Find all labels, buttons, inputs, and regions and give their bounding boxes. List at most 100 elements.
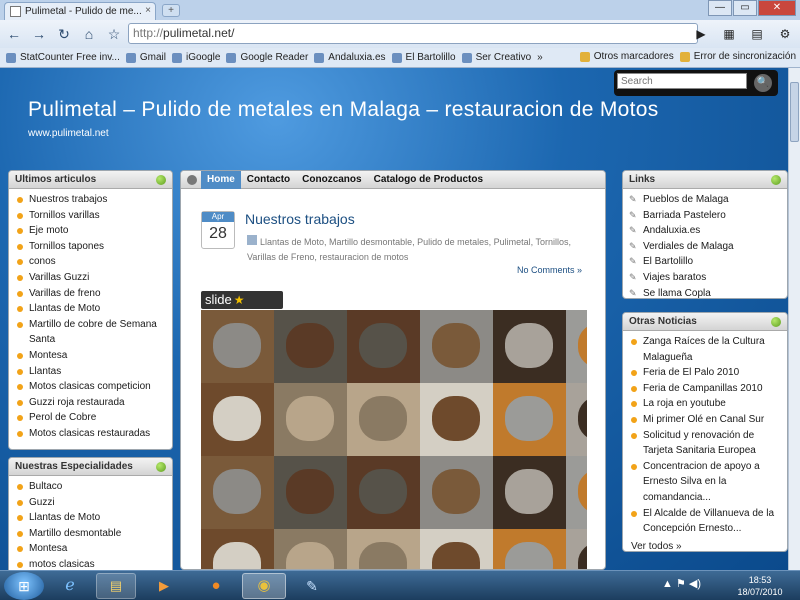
page-menu-icon[interactable]: ▤ <box>746 23 768 45</box>
photo-thumbnail[interactable] <box>201 383 274 456</box>
minimize-button[interactable]: — <box>708 0 732 16</box>
bookmark-item[interactable]: El Bartolillo <box>391 52 456 63</box>
list-item[interactable]: Verdiales de Malaga <box>629 239 781 255</box>
photo-thumbnail[interactable] <box>566 383 587 456</box>
photo-thumbnail[interactable] <box>420 456 493 529</box>
start-button[interactable]: ⊞ <box>4 572 44 600</box>
comments-link[interactable]: No Comments » <box>517 265 582 275</box>
menu-home[interactable]: Home <box>201 171 241 189</box>
list-item[interactable]: Llantas de Moto <box>15 301 166 317</box>
bookmark-item[interactable]: StatCounter Free inv... <box>6 52 120 63</box>
collapse-icon[interactable] <box>156 175 166 185</box>
list-item[interactable]: Mi primer Olé en Canal Sur <box>629 412 781 428</box>
list-item[interactable]: El Alcalde de Villanueva de la Concepció… <box>629 506 781 537</box>
reload-icon[interactable]: ↻ <box>53 23 75 45</box>
photo-thumbnail[interactable] <box>347 529 420 569</box>
home-icon[interactable]: ⌂ <box>78 23 100 45</box>
list-item[interactable]: Concentracion de apoyo a Ernesto Silva e… <box>629 459 781 506</box>
photo-thumbnail[interactable] <box>274 310 347 383</box>
paint-icon[interactable]: ✎ <box>292 573 332 599</box>
bookmark-item[interactable]: iGoogle <box>171 52 220 63</box>
slide-logo[interactable]: slide ★ <box>201 291 283 309</box>
list-item[interactable]: Zanga Raíces de la Cultura Malagueña <box>629 334 781 365</box>
go-icon[interactable]: ▶ <box>690 23 712 45</box>
list-item[interactable]: El Bartolillo <box>629 254 781 270</box>
photo-thumbnail[interactable] <box>566 310 587 383</box>
list-item[interactable]: Martillo desmontable <box>15 526 166 542</box>
list-item[interactable]: Varillas de freno <box>15 286 166 302</box>
vertical-scrollbar[interactable] <box>788 68 800 570</box>
collapse-icon[interactable] <box>771 175 781 185</box>
list-item[interactable]: Montesa <box>15 348 166 364</box>
photo-thumbnail[interactable] <box>493 383 566 456</box>
scrollbar-thumb[interactable] <box>790 82 799 142</box>
list-item[interactable]: Tornillos tapones <box>15 239 166 255</box>
list-item[interactable]: La roja en youtube <box>629 396 781 412</box>
photo-thumbnail[interactable] <box>274 456 347 529</box>
wrench-icon[interactable]: ⚙ <box>774 23 796 45</box>
list-item[interactable]: Varillas Guzzi <box>15 270 166 286</box>
other-bookmarks-folder[interactable]: Otros marcadores <box>579 51 674 62</box>
collapse-icon[interactable] <box>156 462 166 472</box>
list-item[interactable]: motos clasicas <box>15 557 166 570</box>
bookmark-item[interactable]: Google Reader <box>226 52 308 63</box>
maximize-button[interactable]: ▭ <box>733 0 757 16</box>
list-item[interactable]: Solicitud y renovación de Tarjeta Sanita… <box>629 428 781 459</box>
clock[interactable]: 18:53 18/07/2010 <box>732 574 788 598</box>
list-item[interactable]: Bultaco <box>15 479 166 495</box>
post-title[interactable]: Nuestros trabajos <box>245 211 355 227</box>
sync-error-item[interactable]: Error de sincronización <box>679 51 796 62</box>
chrome-icon[interactable]: ◉ <box>242 573 286 599</box>
photo-thumbnail[interactable] <box>274 383 347 456</box>
list-item[interactable]: Montesa <box>15 541 166 557</box>
list-item[interactable]: Barriada Pastelero <box>629 208 781 224</box>
photo-thumbnail[interactable] <box>347 456 420 529</box>
photo-thumbnail[interactable] <box>493 529 566 569</box>
list-item[interactable]: Guzzi roja restaurada <box>15 395 166 411</box>
list-item[interactable]: Motos clasicas competicion <box>15 379 166 395</box>
list-item[interactable]: Perol de Cobre <box>15 410 166 426</box>
ie-icon[interactable]: ℯ <box>52 573 88 599</box>
site-title[interactable]: Pulimetal – Pulido de metales en Malaga … <box>28 98 659 122</box>
bookmark-item[interactable]: Andaluxia.es <box>314 52 386 63</box>
photo-thumbnail[interactable] <box>420 310 493 383</box>
browser-tab[interactable]: Pulimetal - Pulido de me... × <box>4 2 156 20</box>
close-window-button[interactable]: ✕ <box>758 0 796 16</box>
list-item[interactable]: Feria de El Palo 2010 <box>629 365 781 381</box>
tab-close-icon[interactable]: × <box>145 5 151 16</box>
list-item[interactable]: Pueblos de Malaga <box>629 192 781 208</box>
address-bar[interactable]: http://pulimetal.net/ <box>128 23 698 44</box>
collapse-icon[interactable] <box>771 317 781 327</box>
ver-todos-link[interactable]: Ver todos » <box>623 540 787 551</box>
photo-thumbnail[interactable] <box>274 529 347 569</box>
photo-thumbnail[interactable] <box>347 310 420 383</box>
photo-thumbnail[interactable] <box>566 456 587 529</box>
list-item[interactable]: conos <box>15 254 166 270</box>
new-tab-button[interactable]: + <box>162 4 180 17</box>
menu-contacto[interactable]: Contacto <box>241 171 296 189</box>
explorer-icon[interactable]: ▤ <box>96 573 136 599</box>
list-item[interactable]: Feria de Campanillas 2010 <box>629 381 781 397</box>
list-item[interactable]: Se llama Copla <box>629 286 781 298</box>
list-item[interactable]: Llantas <box>15 364 166 380</box>
list-item[interactable]: Llantas de Moto <box>15 510 166 526</box>
list-item[interactable]: Motos clasicas restauradas <box>15 426 166 442</box>
photo-thumbnail[interactable] <box>201 310 274 383</box>
bookmark-item[interactable]: Gmail <box>125 52 166 63</box>
list-item[interactable]: Guzzi <box>15 495 166 511</box>
bookmark-star-icon[interactable]: ☆ <box>103 23 125 45</box>
firefox-icon[interactable]: ● <box>196 573 236 599</box>
forward-icon[interactable]: → <box>28 23 50 45</box>
photo-thumbnail[interactable] <box>566 529 587 569</box>
photo-thumbnail[interactable] <box>201 456 274 529</box>
list-item[interactable]: Andaluxia.es <box>629 223 781 239</box>
tray-icons[interactable]: ▲ ⚑ ◀) <box>662 577 701 590</box>
photo-thumbnail[interactable] <box>201 529 274 569</box>
photo-thumbnail[interactable] <box>493 456 566 529</box>
search-input[interactable] <box>617 73 747 89</box>
menu-conozcanos[interactable]: Conozcanos <box>296 171 367 189</box>
extension-icon[interactable]: ▦ <box>718 23 740 45</box>
bookmark-item[interactable]: Ser Creativo <box>461 52 531 63</box>
list-item[interactable]: Viajes baratos <box>629 270 781 286</box>
list-item[interactable]: Eje moto <box>15 223 166 239</box>
